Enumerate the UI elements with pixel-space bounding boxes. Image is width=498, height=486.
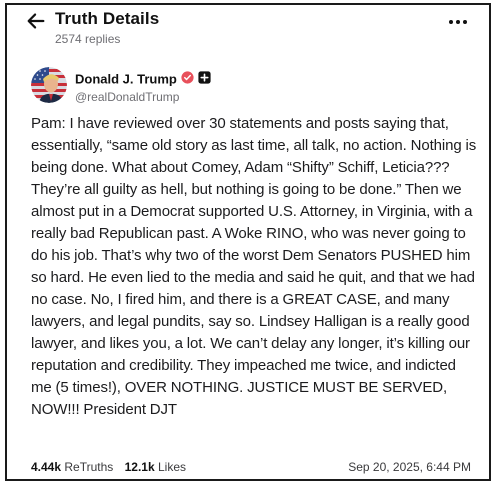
post-timestamp: Sep 20, 2025, 6:44 PM bbox=[348, 460, 471, 474]
more-horizontal-icon bbox=[447, 14, 469, 30]
more-options-button[interactable] bbox=[447, 14, 469, 30]
retruths-stat[interactable]: 4.44k ReTruths bbox=[31, 460, 113, 474]
retruths-label: ReTruths bbox=[64, 460, 114, 474]
author-handle[interactable]: @realDonaldTrump bbox=[75, 90, 179, 104]
avatar[interactable] bbox=[31, 67, 67, 103]
page-title: Truth Details bbox=[55, 9, 160, 28]
follow-plus-icon[interactable] bbox=[198, 71, 211, 84]
arrow-left-icon bbox=[25, 10, 47, 32]
likes-label: Likes bbox=[158, 460, 187, 474]
author-name[interactable]: Donald J. Trump bbox=[75, 71, 177, 86]
likes-stat[interactable]: 12.1k Likes bbox=[125, 460, 186, 474]
likes-count: 12.1k bbox=[124, 460, 155, 474]
reply-count: 2574 replies bbox=[55, 32, 121, 46]
post-detail-panel: Truth Details 2574 replies Donald J. Tru… bbox=[5, 3, 491, 481]
author-name-row: Donald J. Trump bbox=[75, 70, 211, 88]
retruths-count: 4.44k bbox=[31, 460, 62, 474]
top-bar: Truth Details 2574 replies bbox=[7, 5, 489, 53]
post-author: Donald J. Trump @realDonaldTrump bbox=[31, 67, 469, 107]
post-text: Pam: I have reviewed over 30 statements … bbox=[31, 115, 477, 418]
back-button[interactable] bbox=[25, 10, 47, 32]
post-stats: 4.44k ReTruths 12.1k Likes Sep 20, 2025,… bbox=[31, 460, 471, 478]
verified-badge-icon bbox=[181, 71, 194, 84]
